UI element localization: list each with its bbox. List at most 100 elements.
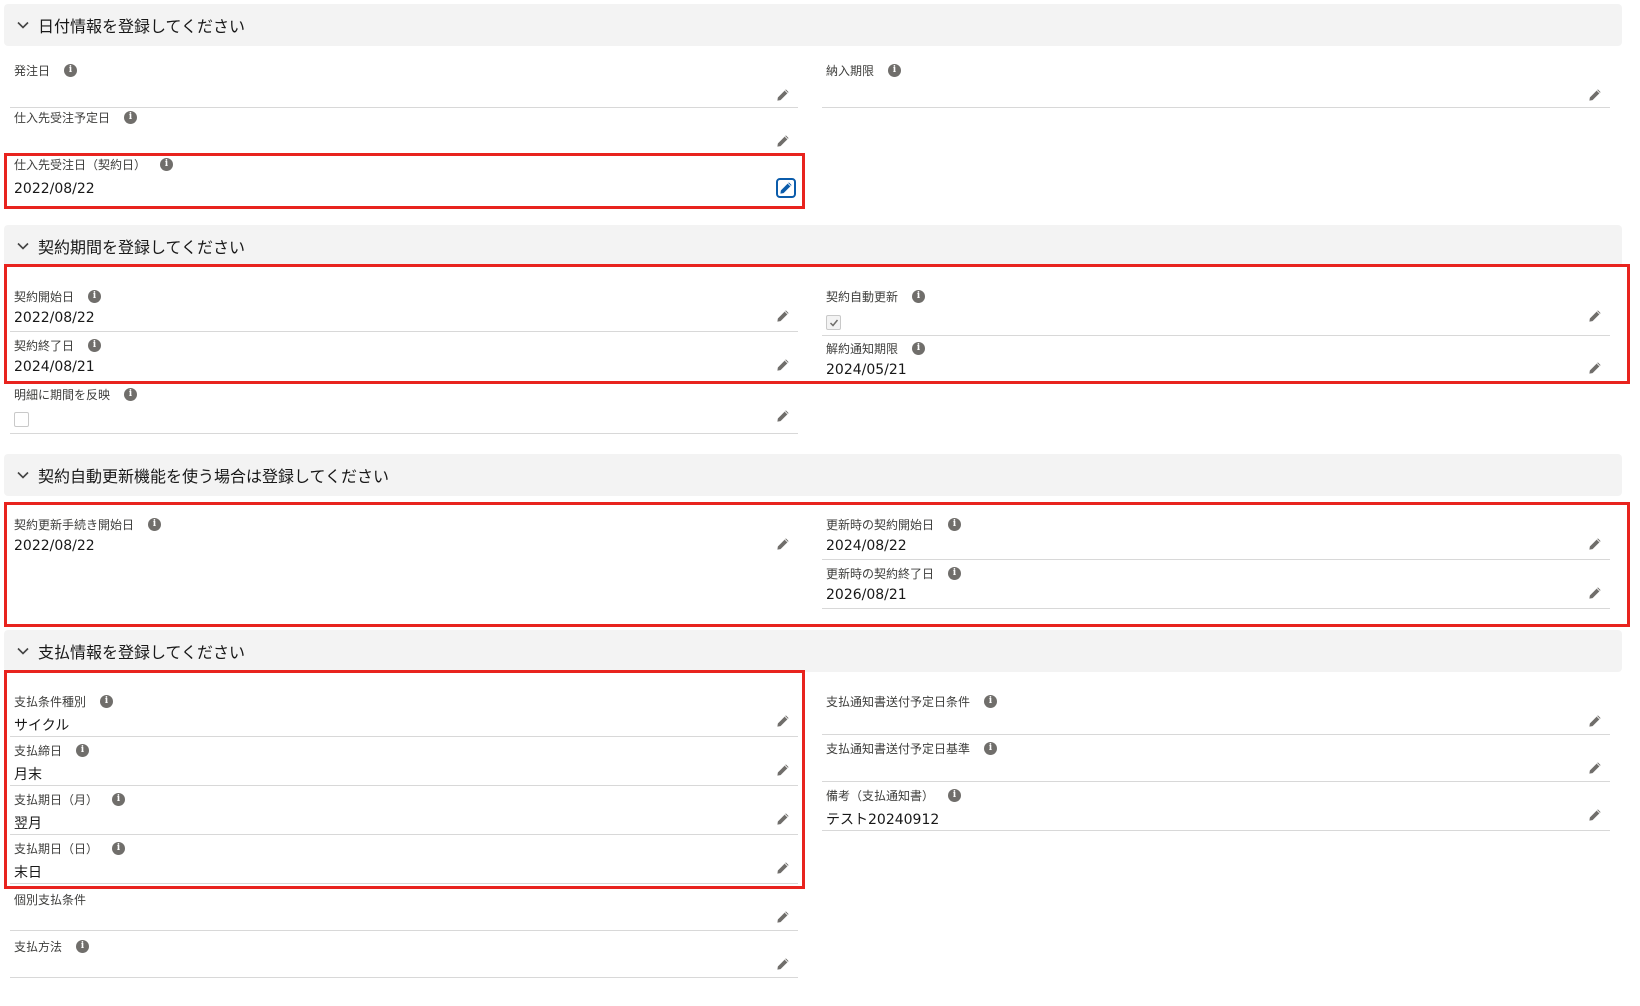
field-value: 2024/08/21	[14, 359, 95, 375]
edit-pencil-icon[interactable]	[776, 762, 792, 778]
info-icon[interactable]: i	[88, 339, 102, 352]
edit-pencil-icon[interactable]	[776, 713, 792, 729]
field-label: 支払条件種別	[14, 695, 87, 709]
section-header-auto-renewal[interactable]: 契約自動更新機能を使う場合は登録してください	[4, 454, 1622, 496]
field-value: テスト20240912	[826, 812, 940, 828]
info-icon[interactable]: i	[64, 64, 78, 77]
section-title: 契約期間を登録してください	[38, 238, 246, 257]
info-icon[interactable]: i	[124, 111, 138, 124]
field-order-date: 発注日 i	[10, 62, 798, 108]
field-label: 備考（支払通知書）	[826, 789, 935, 803]
info-icon[interactable]: i	[76, 940, 90, 953]
field-renewal-procedure-start-date: 契約更新手続き開始日 i 2022/08/22	[10, 516, 798, 560]
info-icon[interactable]: i	[100, 695, 114, 708]
field-payment-notice-send-basis: 支払通知書送付予定日基準 i	[822, 740, 1610, 782]
field-remarks-payment-notice: 備考（支払通知書） i テスト20240912	[822, 787, 1610, 831]
edit-pencil-icon[interactable]	[1588, 308, 1604, 324]
edit-pencil-icon[interactable]	[776, 178, 796, 198]
edit-pencil-icon[interactable]	[776, 357, 792, 373]
info-icon[interactable]: i	[984, 742, 998, 755]
edit-pencil-icon[interactable]	[1588, 360, 1604, 376]
field-renewal-contract-start-date: 更新時の契約開始日 i 2024/08/22	[822, 516, 1610, 560]
field-supplier-order-planned-date: 仕入先受注予定日 i	[10, 109, 798, 154]
field-label: 解約通知期限	[826, 342, 899, 356]
field-value: サイクル	[14, 718, 70, 734]
field-label: 契約更新手続き開始日	[14, 518, 135, 532]
field-payment-due-day: 支払期日（日） i 末日	[10, 840, 798, 884]
field-label: 支払通知書送付予定日基準	[826, 742, 971, 756]
field-reflect-period-to-details: 明細に期間を反映 i	[10, 386, 798, 434]
section-title: 契約自動更新機能を使う場合は登録してください	[38, 467, 390, 486]
field-label: 契約終了日	[14, 339, 75, 353]
field-label: 支払期日（月）	[14, 793, 99, 807]
section-header-contract-period[interactable]: 契約期間を登録してください	[4, 225, 1622, 267]
field-value: 末日	[14, 865, 42, 881]
info-icon[interactable]: i	[76, 744, 90, 757]
chevron-down-icon	[16, 644, 30, 658]
info-icon[interactable]: i	[948, 567, 962, 580]
reflect-period-checkbox[interactable]	[14, 412, 29, 427]
field-label: 仕入先受注日（契約日）	[14, 158, 147, 172]
info-icon[interactable]: i	[160, 158, 174, 171]
section-title: 支払情報を登録してください	[38, 643, 246, 662]
info-icon[interactable]: i	[948, 518, 962, 531]
field-value: 2024/05/21	[826, 362, 907, 378]
chevron-down-icon	[16, 239, 30, 253]
field-label: 支払通知書送付予定日条件	[826, 695, 971, 709]
field-label: 明細に期間を反映	[14, 388, 111, 402]
field-renewal-contract-end-date: 更新時の契約終了日 i 2026/08/21	[822, 565, 1610, 609]
info-icon[interactable]: i	[984, 695, 998, 708]
field-value: 2024/08/22	[826, 538, 907, 554]
check-icon	[829, 318, 839, 328]
field-contract-end-date: 契約終了日 i 2024/08/21	[10, 337, 798, 381]
auto-renewal-checkbox[interactable]	[826, 315, 841, 330]
edit-pencil-icon[interactable]	[776, 536, 792, 552]
field-payment-notice-send-condition: 支払通知書送付予定日条件 i	[822, 693, 1610, 735]
field-payment-method: 支払方法 i	[10, 938, 798, 978]
edit-pencil-icon[interactable]	[776, 956, 792, 972]
field-payment-terms-type: 支払条件種別 i サイクル	[10, 693, 798, 737]
edit-pencil-icon[interactable]	[1588, 760, 1604, 776]
info-icon[interactable]: i	[148, 518, 162, 531]
section-header-payment[interactable]: 支払情報を登録してください	[4, 630, 1622, 672]
edit-pencil-icon[interactable]	[776, 133, 792, 149]
info-icon[interactable]: i	[112, 793, 126, 806]
field-value: 2026/08/21	[826, 587, 907, 603]
chevron-down-icon	[16, 18, 30, 32]
field-individual-payment-terms: 個別支払条件	[10, 891, 798, 931]
edit-pencil-icon[interactable]	[776, 308, 792, 324]
field-label: 契約開始日	[14, 290, 75, 304]
field-payment-closing-date: 支払締日 i 月末	[10, 742, 798, 786]
info-icon[interactable]: i	[124, 388, 138, 401]
field-label: 更新時の契約終了日	[826, 567, 935, 581]
edit-pencil-icon[interactable]	[776, 811, 792, 827]
field-label: 発注日	[14, 64, 51, 78]
edit-pencil-icon[interactable]	[1588, 87, 1604, 103]
edit-pencil-icon[interactable]	[776, 87, 792, 103]
section-header-dates[interactable]: 日付情報を登録してください	[4, 4, 1622, 46]
field-supplier-order-date: 仕入先受注日（契約日） i 2022/08/22	[10, 156, 798, 202]
edit-pencil-icon[interactable]	[1588, 585, 1604, 601]
edit-pencil-icon[interactable]	[1588, 807, 1604, 823]
field-label: 納入期限	[826, 64, 875, 78]
field-label: 契約自動更新	[826, 290, 899, 304]
edit-pencil-icon[interactable]	[776, 860, 792, 876]
edit-pencil-icon[interactable]	[1588, 713, 1604, 729]
field-label: 仕入先受注予定日	[14, 111, 111, 125]
info-icon[interactable]: i	[112, 842, 126, 855]
field-delivery-deadline: 納入期限 i	[822, 62, 1610, 108]
info-icon[interactable]: i	[888, 64, 902, 77]
edit-pencil-icon[interactable]	[1588, 536, 1604, 552]
field-label: 更新時の契約開始日	[826, 518, 935, 532]
field-value: 2022/08/22	[14, 181, 95, 197]
info-icon[interactable]: i	[948, 789, 962, 802]
info-icon[interactable]: i	[912, 290, 926, 303]
field-payment-due-month: 支払期日（月） i 翌月	[10, 791, 798, 835]
chevron-down-icon	[16, 468, 30, 482]
edit-pencil-icon[interactable]	[776, 408, 792, 424]
info-icon[interactable]: i	[88, 290, 102, 303]
info-icon[interactable]: i	[912, 342, 926, 355]
field-label: 支払方法	[14, 940, 63, 954]
edit-pencil-icon[interactable]	[776, 909, 792, 925]
field-label: 個別支払条件	[14, 893, 87, 907]
